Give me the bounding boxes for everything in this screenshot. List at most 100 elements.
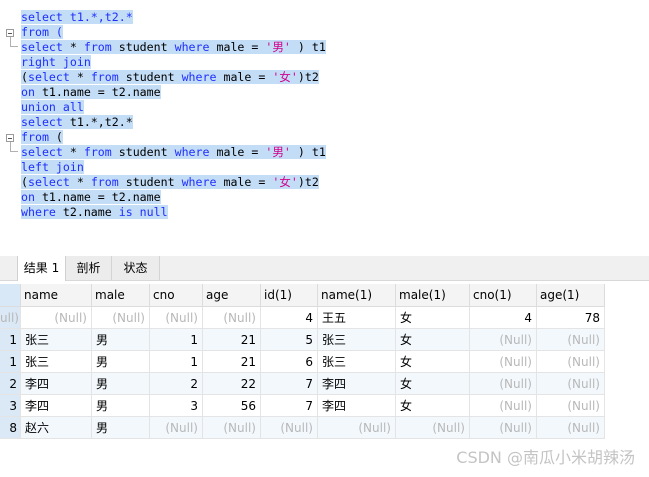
column-header[interactable]: id(1): [261, 284, 318, 307]
table-cell[interactable]: 张三: [21, 329, 92, 351]
column-header[interactable]: male: [92, 284, 150, 307]
table-cell[interactable]: 78: [537, 307, 605, 329]
row-gutter-cell[interactable]: ull): [0, 307, 21, 329]
code-line: from (: [21, 130, 63, 145]
table-cell[interactable]: 1: [150, 329, 203, 351]
code-line: on t1.name = t2.name: [21, 190, 161, 205]
table-cell[interactable]: 李四: [318, 395, 396, 417]
table-cell[interactable]: 男: [92, 351, 150, 373]
fold-guide-end: [10, 151, 18, 152]
code-line: from (: [21, 25, 63, 40]
table-cell[interactable]: 21: [203, 351, 261, 373]
row-gutter-cell[interactable]: 3: [0, 395, 21, 417]
table-cell[interactable]: 22: [203, 373, 261, 395]
table-cell[interactable]: 2: [150, 373, 203, 395]
code-line: (select * from student where male = '女')…: [21, 175, 319, 190]
table-cell[interactable]: 女: [396, 329, 470, 351]
fold-toggle-icon[interactable]: [6, 134, 14, 142]
code-line: right join: [21, 55, 91, 70]
code-token: on: [21, 190, 35, 204]
code-token: left join: [21, 160, 84, 174]
table-cell[interactable]: 21: [203, 329, 261, 351]
row-gutter-cell[interactable]: 8: [0, 417, 21, 439]
table-cell[interactable]: (Null): [470, 351, 537, 373]
table-cell[interactable]: 女: [396, 351, 470, 373]
table-cell[interactable]: 男: [92, 417, 150, 439]
table-cell[interactable]: (Null): [203, 307, 261, 329]
code-token: male =: [209, 40, 266, 54]
sql-editor[interactable]: select t1.*,t2.* from (select * from stud…: [0, 0, 649, 250]
table-cell[interactable]: (Null): [150, 307, 203, 329]
row-header-corner[interactable]: [0, 284, 21, 307]
tab-status[interactable]: 状态: [112, 256, 160, 280]
column-header[interactable]: age: [203, 284, 261, 307]
table-cell[interactable]: 1: [150, 351, 203, 373]
table-cell[interactable]: (Null): [470, 395, 537, 417]
table-cell[interactable]: 男: [92, 373, 150, 395]
tab-result-1[interactable]: 结果 1: [17, 256, 66, 281]
fold-toggle-icon[interactable]: [6, 29, 14, 37]
table-cell[interactable]: 李四: [318, 373, 396, 395]
table-cell[interactable]: (Null): [150, 417, 203, 439]
table-cell[interactable]: (Null): [537, 329, 605, 351]
code-token: select: [27, 175, 70, 189]
table-cell[interactable]: 7: [261, 395, 318, 417]
table-cell[interactable]: 女: [396, 373, 470, 395]
code-token: t2.name: [55, 205, 119, 219]
table-cell[interactable]: 女: [396, 307, 470, 329]
table-cell[interactable]: (Null): [203, 417, 261, 439]
table-cell[interactable]: (Null): [261, 417, 318, 439]
code-token: right join: [21, 55, 91, 69]
column-header[interactable]: cno: [150, 284, 203, 307]
column-header[interactable]: name(1): [318, 284, 396, 307]
table-cell[interactable]: 赵六: [21, 417, 92, 439]
table-cell[interactable]: (Null): [537, 395, 605, 417]
code-token: on: [21, 85, 35, 99]
table-cell[interactable]: (Null): [318, 417, 396, 439]
table-cell[interactable]: (Null): [537, 417, 605, 439]
table-cell[interactable]: 张三: [21, 351, 92, 373]
selected-code: select * from student where male = '男' )…: [21, 40, 326, 54]
table-cell[interactable]: (Null): [537, 373, 605, 395]
table-cell[interactable]: 5: [261, 329, 318, 351]
column-header[interactable]: name: [21, 284, 92, 307]
code-token: student: [111, 145, 175, 159]
row-gutter-cell[interactable]: 1: [0, 329, 21, 351]
selected-code: on t1.name = t2.name: [21, 190, 161, 204]
code-token: from: [90, 70, 119, 84]
table-cell[interactable]: 李四: [21, 373, 92, 395]
code-token: select: [21, 40, 63, 54]
code-token: t1.*,t2.*: [62, 115, 133, 129]
table-cell[interactable]: 4: [470, 307, 537, 329]
table-cell[interactable]: (Null): [396, 417, 470, 439]
table-cell[interactable]: 张三: [318, 351, 396, 373]
row-gutter-cell[interactable]: 2: [0, 373, 21, 395]
table-cell[interactable]: (Null): [470, 373, 537, 395]
table-cell[interactable]: 7: [261, 373, 318, 395]
column-header[interactable]: age(1): [537, 284, 605, 307]
table-cell[interactable]: (Null): [537, 351, 605, 373]
table-cell[interactable]: (Null): [92, 307, 150, 329]
table-cell[interactable]: (Null): [470, 329, 537, 351]
table-cell[interactable]: (Null): [470, 417, 537, 439]
selected-code: (select * from student where male = '女')…: [21, 175, 319, 189]
table-cell[interactable]: 56: [203, 395, 261, 417]
table-cell[interactable]: 李四: [21, 395, 92, 417]
code-line: select * from student where male = '男' )…: [21, 40, 326, 55]
table-cell[interactable]: 张三: [318, 329, 396, 351]
table-cell[interactable]: 6: [261, 351, 318, 373]
selected-code: select t1.*,t2.*: [21, 115, 133, 129]
table-cell[interactable]: 男: [92, 329, 150, 351]
table-cell[interactable]: 4: [261, 307, 318, 329]
code-token: '女': [272, 70, 298, 84]
tab-profile[interactable]: 剖析: [66, 256, 112, 280]
column-header[interactable]: cno(1): [470, 284, 537, 307]
table-cell[interactable]: 女: [396, 395, 470, 417]
row-gutter-cell[interactable]: 1: [0, 351, 21, 373]
table-cell[interactable]: 3: [150, 395, 203, 417]
column-header[interactable]: male(1): [396, 284, 470, 307]
table-cell[interactable]: 男: [92, 395, 150, 417]
table-cell[interactable]: (Null): [21, 307, 92, 329]
table-cell[interactable]: 王五: [318, 307, 396, 329]
code-line: left join: [21, 160, 84, 175]
